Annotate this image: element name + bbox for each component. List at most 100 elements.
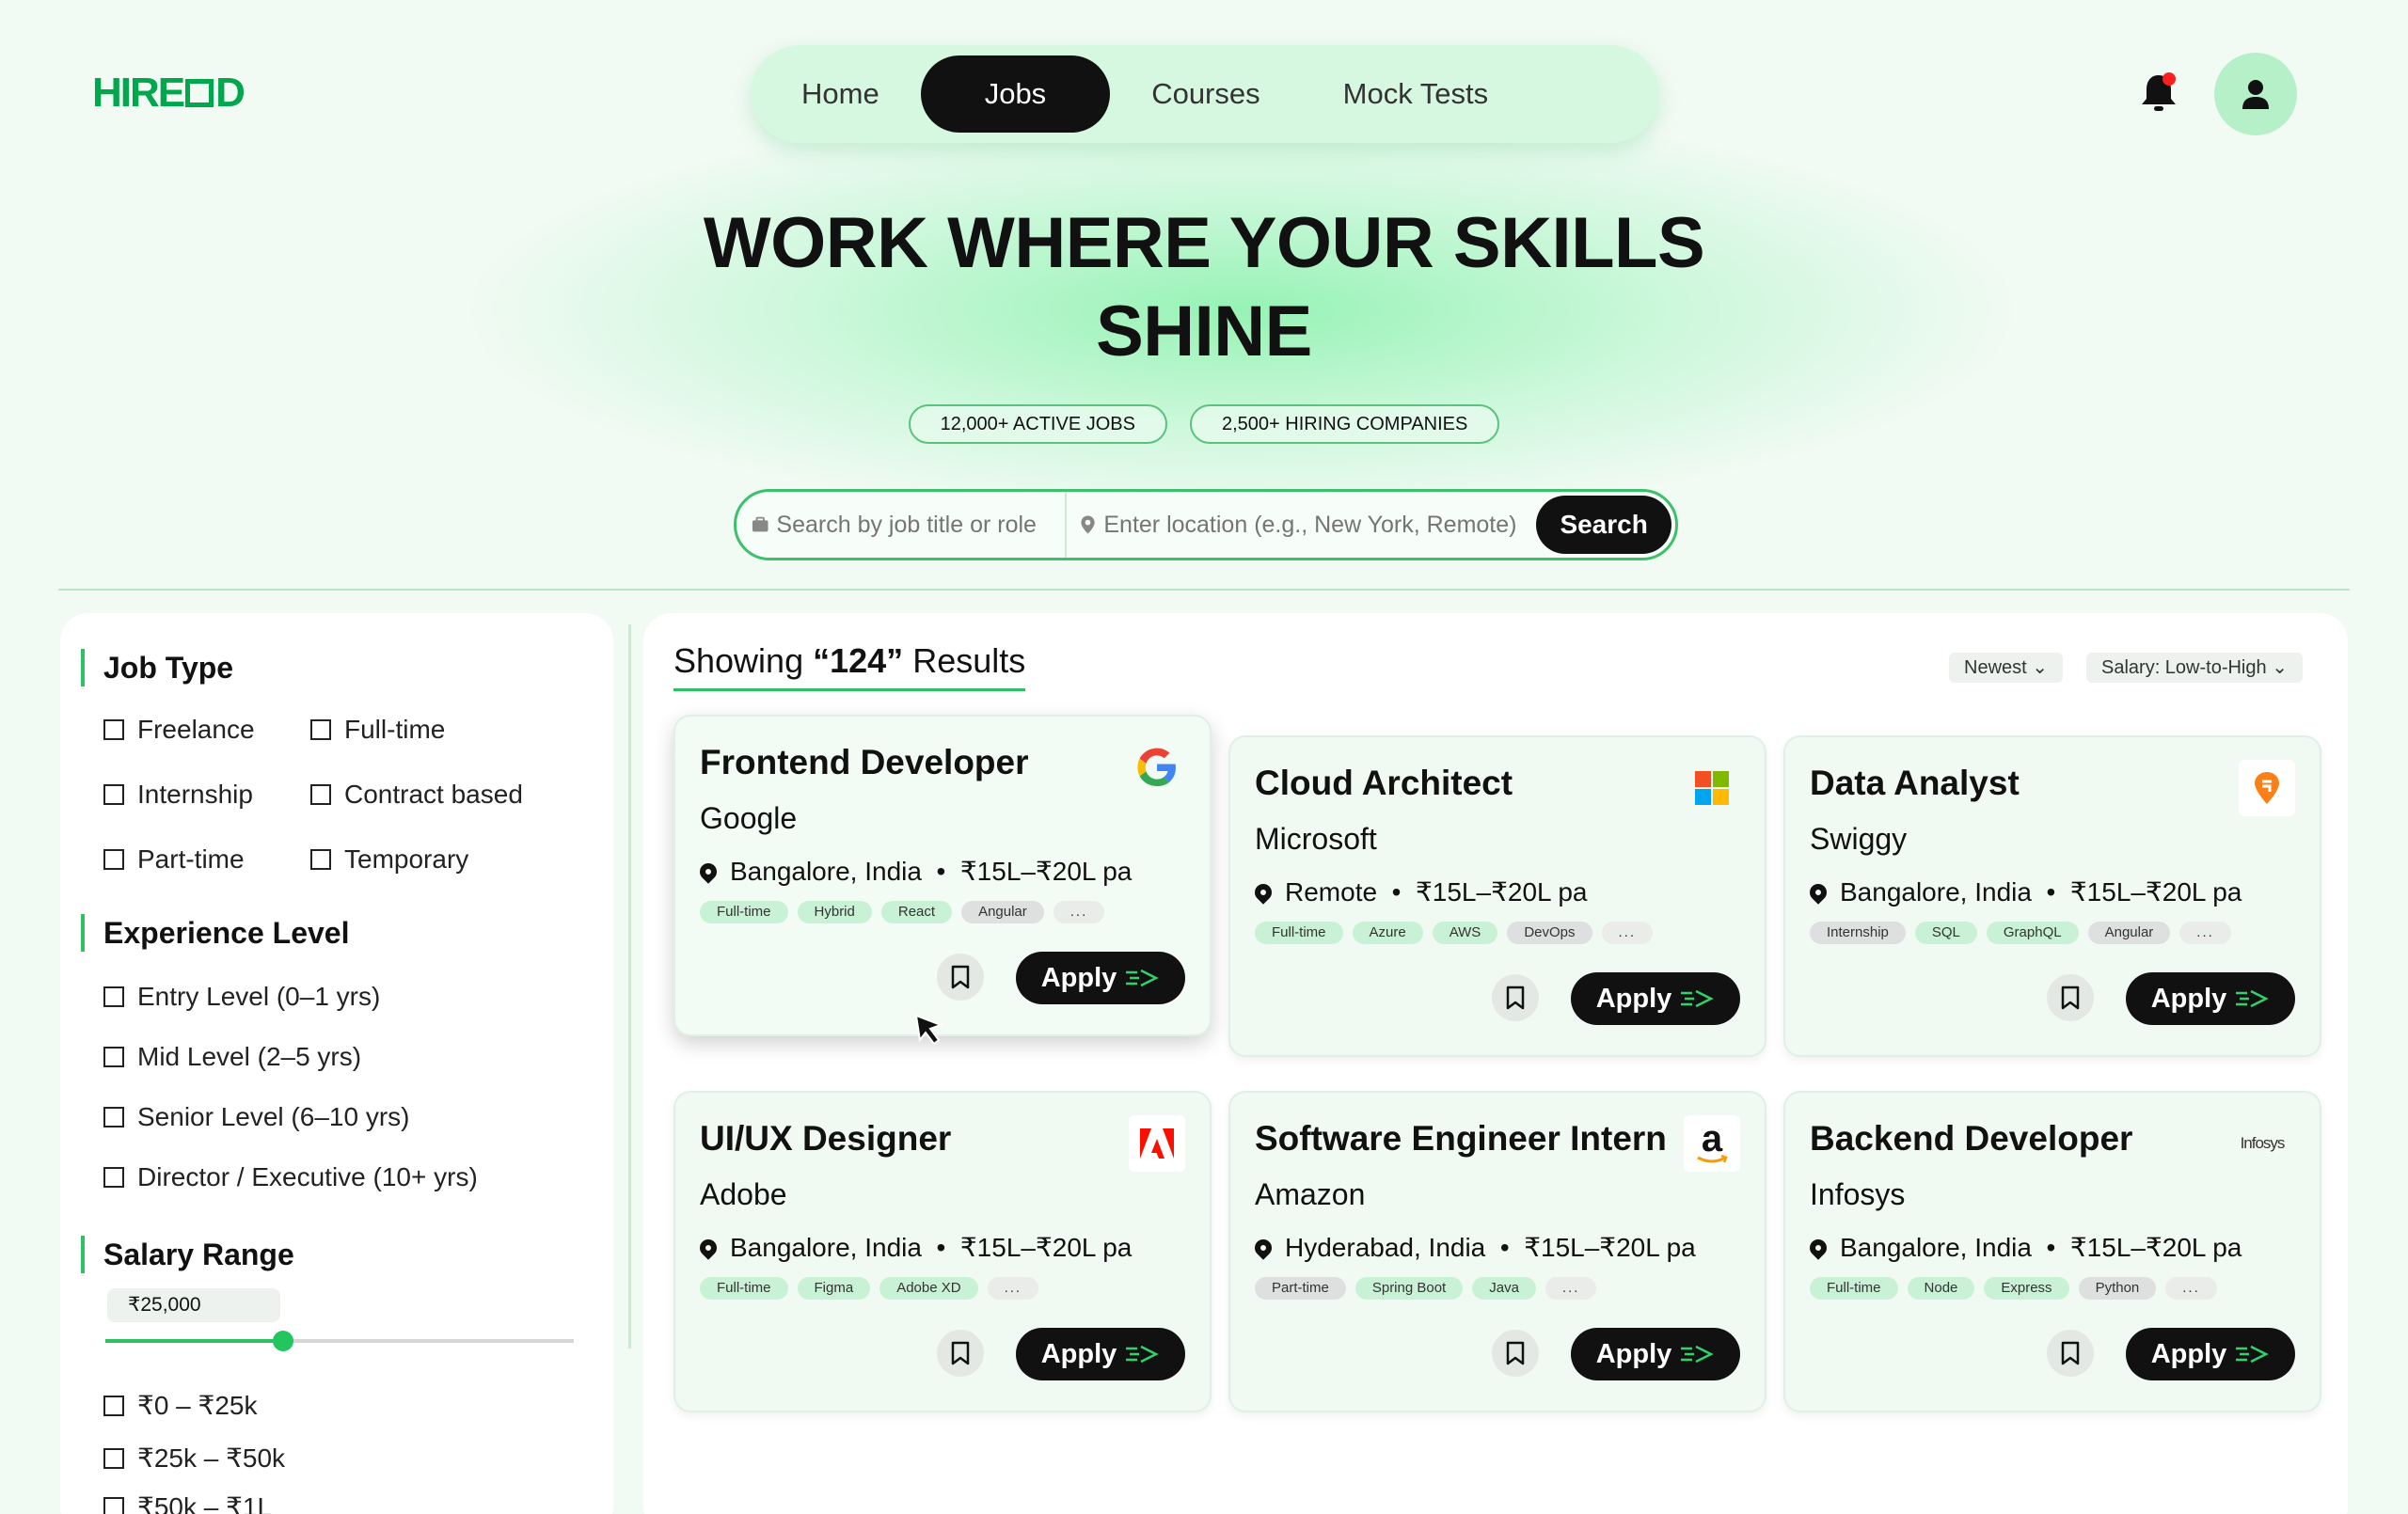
speed-arrow-icon (1126, 969, 1160, 987)
bookmark-button[interactable] (1492, 974, 1539, 1021)
location-pin-icon (1251, 1235, 1275, 1260)
user-icon (2242, 80, 2269, 109)
hiring-companies-badge: 2,500+ HIRING COMPANIES (1189, 404, 1500, 444)
filter-part-time[interactable]: Part-time (103, 844, 245, 875)
nav-home[interactable]: Home (760, 55, 921, 133)
filter-salary-50k-1l[interactable]: ₹50k – ₹1L (103, 1491, 272, 1514)
tag: Angular (2087, 922, 2171, 944)
bookmark-button[interactable] (937, 954, 984, 1001)
nav-jobs[interactable]: Jobs (920, 55, 1111, 133)
job-meta: Remote • ₹15L–₹20L pa (1251, 876, 1588, 907)
apply-button[interactable]: Apply (1016, 1328, 1185, 1380)
checkbox[interactable] (103, 986, 124, 1007)
company-name: Infosys (1810, 1177, 1906, 1211)
filter-senior-level[interactable]: Senior Level (6–10 yrs) (103, 1102, 409, 1132)
tag-list: Full-time Figma Adobe XD ... (700, 1277, 1039, 1300)
location-search-input[interactable] (1103, 511, 1537, 539)
tag: Full-time (1255, 922, 1343, 944)
job-meta: Bangalore, India • ₹15L–₹20L pa (1806, 876, 2242, 907)
checkbox[interactable] (103, 719, 124, 740)
checkbox[interactable] (103, 1107, 124, 1128)
job-card[interactable]: Cloud Architect Microsoft Remote • ₹15L–… (1228, 735, 1766, 1057)
filter-freelance[interactable]: Freelance (103, 715, 255, 745)
tag: Full-time (700, 1277, 788, 1300)
company-name: Adobe (700, 1177, 787, 1211)
filter-internship[interactable]: Internship (103, 780, 253, 810)
tag: Node (1907, 1277, 1975, 1300)
tag-more: ... (2179, 922, 2231, 944)
results-panel: Showing “124” Results Newest ⌄ Salary: L… (643, 613, 2348, 1514)
checkbox[interactable] (103, 1395, 124, 1416)
job-card[interactable]: Backend Developer Infosys Bangalore, Ind… (1783, 1091, 2321, 1412)
filter-salary-0-25k[interactable]: ₹0 – ₹25k (103, 1390, 257, 1421)
tag: Adobe XD (879, 1277, 978, 1300)
filter-temporary[interactable]: Temporary (310, 844, 468, 875)
apply-button[interactable]: Apply (2126, 972, 2295, 1025)
job-title: Software Engineer Intern (1255, 1119, 1667, 1158)
active-jobs-badge: 12,000+ ACTIVE JOBS (908, 404, 1167, 444)
filter-director-level[interactable]: Director / Executive (10+ yrs) (103, 1162, 478, 1192)
results-count: “124” (813, 641, 904, 680)
bookmark-button[interactable] (1492, 1330, 1539, 1377)
salary-slider-thumb[interactable] (273, 1331, 294, 1351)
job-card[interactable]: Data Analyst Swiggy Bangalore, India • ₹… (1783, 735, 2321, 1057)
bookmark-icon (2061, 1341, 2080, 1365)
search-button[interactable]: Search (1536, 496, 1671, 554)
tag-list: Internship SQL GraphQL Angular ... (1810, 922, 2231, 944)
speed-arrow-icon (1681, 989, 1715, 1008)
search-bar: Search (734, 489, 1678, 560)
filter-entry-level[interactable]: Entry Level (0–1 yrs) (103, 982, 380, 1012)
tag: React (880, 901, 953, 923)
job-card[interactable]: Frontend Developer Google Bangalore, Ind… (673, 715, 1212, 1036)
sort-salary-dropdown[interactable]: Salary: Low-to-High ⌄ (2086, 653, 2303, 683)
job-card[interactable]: UI/UX Designer Adobe Bangalore, India • … (673, 1091, 1212, 1412)
tag-list: Full-time Node Express Python ... (1810, 1277, 2217, 1300)
checkbox[interactable] (103, 784, 124, 805)
job-search-input[interactable] (776, 511, 1066, 539)
filter-contract-based[interactable]: Contract based (310, 780, 523, 810)
location-pin-icon (696, 859, 721, 884)
checkbox[interactable] (310, 849, 331, 870)
adobe-logo (1129, 1115, 1185, 1172)
amazon-logo: a (1684, 1115, 1740, 1172)
tag: Angular (961, 901, 1044, 923)
tag: Express (1984, 1277, 2069, 1300)
section-divider (58, 589, 2350, 591)
salary-slider[interactable] (105, 1331, 574, 1351)
checkbox[interactable] (103, 1447, 124, 1469)
nav-courses[interactable]: Courses (1110, 55, 1301, 133)
bookmark-button[interactable] (2047, 1330, 2094, 1377)
filter-salary-25k-50k[interactable]: ₹25k – ₹50k (103, 1443, 285, 1474)
filter-full-time[interactable]: Full-time (310, 715, 445, 745)
job-meta: Bangalore, India • ₹15L–₹20L pa (1806, 1232, 2242, 1263)
microsoft-logo (1684, 760, 1740, 816)
job-card[interactable]: Software Engineer Intern Amazon Hyderaba… (1228, 1091, 1766, 1412)
checkbox[interactable] (103, 1047, 124, 1067)
bookmark-icon (951, 965, 970, 989)
checkbox[interactable] (103, 849, 124, 870)
apply-button[interactable]: Apply (2126, 1328, 2295, 1380)
tag: Part-time (1255, 1277, 1346, 1300)
infosys-logo: Infosys (2240, 1134, 2286, 1152)
profile-avatar[interactable] (2214, 53, 2297, 135)
bell-icon[interactable] (2135, 70, 2182, 117)
checkbox[interactable] (310, 719, 331, 740)
filter-mid-level[interactable]: Mid Level (2–5 yrs) (103, 1042, 361, 1072)
google-logo (1129, 739, 1185, 796)
bookmark-button[interactable] (937, 1330, 984, 1377)
checkbox[interactable] (103, 1496, 124, 1514)
apply-button[interactable]: Apply (1571, 1328, 1740, 1380)
apply-button[interactable]: Apply (1571, 972, 1740, 1025)
checkbox[interactable] (310, 784, 331, 805)
company-name: Google (700, 801, 798, 835)
brand-logo[interactable]: HIRE D (92, 70, 246, 117)
bookmark-button[interactable] (2047, 974, 2094, 1021)
company-name: Microsoft (1255, 822, 1377, 856)
checkbox[interactable] (103, 1167, 124, 1188)
job-meta: Hyderabad, India • ₹15L–₹20L pa (1251, 1232, 1696, 1263)
apply-button[interactable]: Apply (1016, 952, 1185, 1004)
sort-newest-dropdown[interactable]: Newest ⌄ (1949, 653, 2064, 683)
results-heading: Showing “124” Results (673, 641, 1026, 691)
nav-mock-tests[interactable]: Mock Tests (1302, 55, 1529, 133)
job-search-field (752, 492, 1068, 558)
